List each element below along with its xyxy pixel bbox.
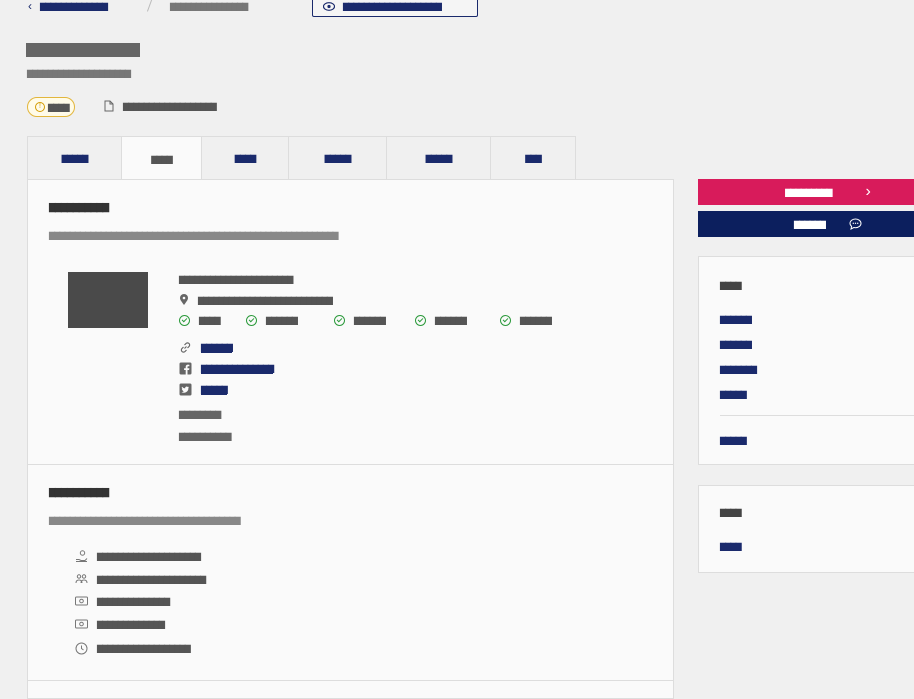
link-icon <box>180 342 191 353</box>
feature-item: ▇▇▇▇▇▇ <box>415 315 500 326</box>
facebook-row: ▇▇▇▇▇▇▇▇▇▇▇▇▇▇ <box>179 362 274 375</box>
overview-title: ▇▇▇▇▇▇▇▇▇▇ <box>49 202 109 212</box>
chevron-right-icon: › <box>865 183 871 200</box>
address-text: ▇▇▇▇▇▇▇▇▇▇▇▇▇▇▇▇▇▇▇▇▇▇▇▇▇▇ <box>198 295 333 305</box>
contact-label: ▇▇▇▇▇▇▇▇ <box>179 410 221 419</box>
tab-1[interactable]: ▇▇▇▇▇ <box>28 137 122 180</box>
secondary-action-label: ▇▇▇▇▇▇ <box>794 219 826 229</box>
chat-bubble-icon <box>849 218 862 230</box>
feature-list: ▇▇▇▇ ▇▇▇▇▇▇ ▇▇▇▇▇▇ ▇▇▇▇▇▇ ▇▇▇▇▇▇ <box>179 315 580 326</box>
document-icon <box>104 100 114 112</box>
facebook-icon <box>179 362 192 375</box>
main-panel: ▇▇▇▇▇▇▇▇▇▇ ▇▇▇▇▇▇▇▇▇▇▇▇▇▇▇▇▇▇▇▇▇▇▇▇▇▇▇▇▇… <box>27 179 674 699</box>
twitter-icon <box>179 383 192 396</box>
file-reference: ▇▇▇▇▇▇▇▇▇▇▇▇▇▇▇▇▇▇ <box>104 100 217 112</box>
cash-icon <box>75 619 88 629</box>
website-link[interactable]: ▇▇▇▇▇▇ <box>201 343 233 353</box>
check-circle-icon <box>334 315 345 326</box>
twitter-row: ▇▇▇▇▇ <box>179 383 228 396</box>
feature-item: ▇▇▇▇▇▇ <box>246 315 334 326</box>
tab-3[interactable]: ▇▇▇▇ <box>202 137 289 180</box>
org-name: ▇▇▇▇▇▇▇▇▇▇▇▇▇▇▇▇▇▇▇▇▇▇ <box>179 275 293 284</box>
check-circle-icon <box>246 315 257 326</box>
tab-6[interactable]: ▇▇▇ <box>491 137 575 180</box>
side-card-title: ▇▇▇▇ <box>720 508 742 517</box>
website-row: ▇▇▇▇▇▇ <box>179 341 233 354</box>
side-card-secondary: ▇▇▇▇ ▇▇▇▇ <box>698 485 914 573</box>
detail-item: ▇▇▇▇▇▇▇▇▇▇▇▇▇ <box>75 619 165 629</box>
tab-bar: ▇▇▇▇▇ ▇▇▇▇ ▇▇▇▇ ▇▇▇▇▇ ▇▇▇▇▇ ▇▇▇ <box>27 136 576 181</box>
organization-logo <box>68 272 148 328</box>
overview-description: ▇▇▇▇▇▇▇▇▇▇▇▇▇▇▇▇▇▇▇▇▇▇▇▇▇▇▇▇▇▇▇▇▇▇▇▇▇▇▇▇… <box>49 231 339 240</box>
warning-icon: ! <box>35 102 45 112</box>
file-label: ▇▇▇▇▇▇▇▇▇▇▇▇▇▇▇▇▇▇ <box>123 101 217 111</box>
tab-4[interactable]: ▇▇▇▇▇ <box>289 137 387 180</box>
detail-item: ▇▇▇▇▇▇▇▇▇▇▇▇▇▇▇▇▇▇▇▇ <box>75 550 201 562</box>
cash-icon <box>75 596 88 606</box>
page-subtitle: ▇▇▇▇▇▇▇▇▇▇▇▇▇▇▇▇▇▇▇▇ <box>27 69 131 78</box>
side-link[interactable]: ▇▇▇▇▇▇ <box>720 315 752 324</box>
check-circle-icon <box>415 315 426 326</box>
side-link[interactable]: ▇▇▇▇▇▇▇ <box>720 365 757 374</box>
divider <box>720 415 914 416</box>
primary-action-button[interactable]: ▇▇▇▇▇▇▇▇▇ › <box>698 179 914 205</box>
breadcrumb-back-link[interactable]: ‹ ▇▇▇▇▇▇▇▇▇▇▇▇▇ <box>28 0 108 13</box>
location-pin-icon <box>180 294 188 305</box>
details-title: ▇▇▇▇▇▇▇▇▇▇ <box>49 487 109 497</box>
preview-button-label: ▇▇▇▇▇▇▇▇▇▇▇▇▇▇▇▇▇▇▇ <box>343 2 442 11</box>
facebook-link[interactable]: ▇▇▇▇▇▇▇▇▇▇▇▇▇▇ <box>201 364 274 374</box>
breadcrumb-separator <box>146 0 155 12</box>
section-divider <box>28 464 673 465</box>
feature-item: ▇▇▇▇▇▇ <box>500 315 580 326</box>
twitter-link[interactable]: ▇▇▇▇▇ <box>201 385 228 395</box>
section-divider <box>28 680 673 681</box>
detail-item: ▇▇▇▇▇▇▇▇▇▇▇▇▇▇▇▇▇▇▇▇▇ <box>75 573 206 585</box>
people-icon <box>75 574 88 584</box>
detail-item: ▇▇▇▇▇▇▇▇▇▇▇▇▇▇ <box>75 596 170 606</box>
address-row: ▇▇▇▇▇▇▇▇▇▇▇▇▇▇▇▇▇▇▇▇▇▇▇▇▇▇ <box>179 294 333 306</box>
check-circle-icon <box>500 315 511 326</box>
feature-item: ▇▇▇▇ <box>179 315 246 326</box>
side-link[interactable]: ▇▇▇▇▇ <box>720 390 747 399</box>
secondary-action-button[interactable]: ▇▇▇▇▇▇ <box>698 211 914 237</box>
check-circle-icon <box>179 315 190 326</box>
tab-2[interactable]: ▇▇▇▇ <box>122 137 202 181</box>
side-card-title: ▇▇▇▇ <box>720 281 742 290</box>
clock-icon <box>75 642 88 655</box>
status-badge: ! ▇▇▇▇ <box>27 97 75 117</box>
breadcrumb-back-label: ▇▇▇▇▇▇▇▇▇▇▇▇▇ <box>40 1 108 11</box>
primary-action-label: ▇▇▇▇▇▇▇▇▇ <box>785 187 832 197</box>
preview-button[interactable]: ▇▇▇▇▇▇▇▇▇▇▇▇▇▇▇▇▇▇▇ <box>312 0 478 17</box>
page-title: ▇▇▇▇▇▇▇▇▇▇▇▇ <box>26 43 140 57</box>
side-link[interactable]: ▇▇▇▇▇▇ <box>720 340 752 349</box>
side-link[interactable]: ▇▇▇▇ <box>720 542 742 551</box>
eye-icon <box>323 2 335 11</box>
side-card-links: ▇▇▇▇ ▇▇▇▇▇▇ ▇▇▇▇▇▇ ▇▇▇▇▇▇▇ ▇▇▇▇▇ ▇▇▇▇▇ <box>698 256 914 465</box>
details-description: ▇▇▇▇▇▇▇▇▇▇▇▇▇▇▇▇▇▇▇▇▇▇▇▇▇▇▇▇▇▇▇▇▇▇▇▇▇ <box>49 516 241 525</box>
tab-5[interactable]: ▇▇▇▇▇ <box>387 137 491 180</box>
breadcrumb-current: ▇▇▇▇▇▇▇▇▇▇▇▇▇▇▇ <box>170 2 248 11</box>
detail-item: ▇▇▇▇▇▇▇▇▇▇▇▇▇▇▇▇▇▇ <box>75 642 191 655</box>
feature-item: ▇▇▇▇▇▇ <box>334 315 415 326</box>
chevron-left-icon: ‹ <box>28 0 32 13</box>
side-footer-link[interactable]: ▇▇▇▇▇ <box>720 436 747 445</box>
hand-coin-icon <box>76 550 88 562</box>
status-label: ▇▇▇▇ <box>48 102 70 112</box>
contact-value: ▇▇▇▇▇▇▇▇▇▇ <box>179 432 232 441</box>
